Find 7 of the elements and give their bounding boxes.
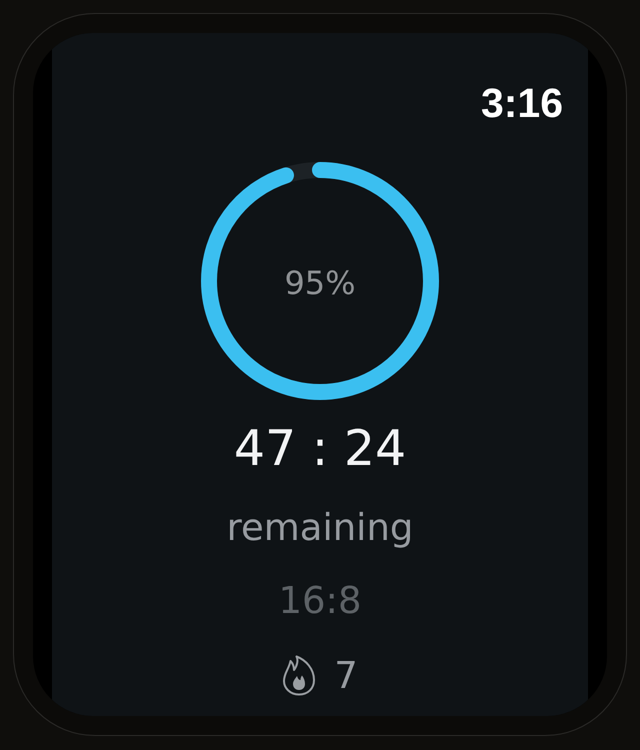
- streak-count: 7: [334, 657, 358, 694]
- remaining-label: remaining: [226, 509, 414, 546]
- countdown-timer: 47 : 24: [234, 424, 406, 473]
- fasting-plan-label: 16:8: [278, 582, 362, 619]
- flame-icon: [282, 655, 316, 696]
- progress-percent: 95%: [284, 267, 356, 299]
- status-time: 3:16: [480, 83, 563, 124]
